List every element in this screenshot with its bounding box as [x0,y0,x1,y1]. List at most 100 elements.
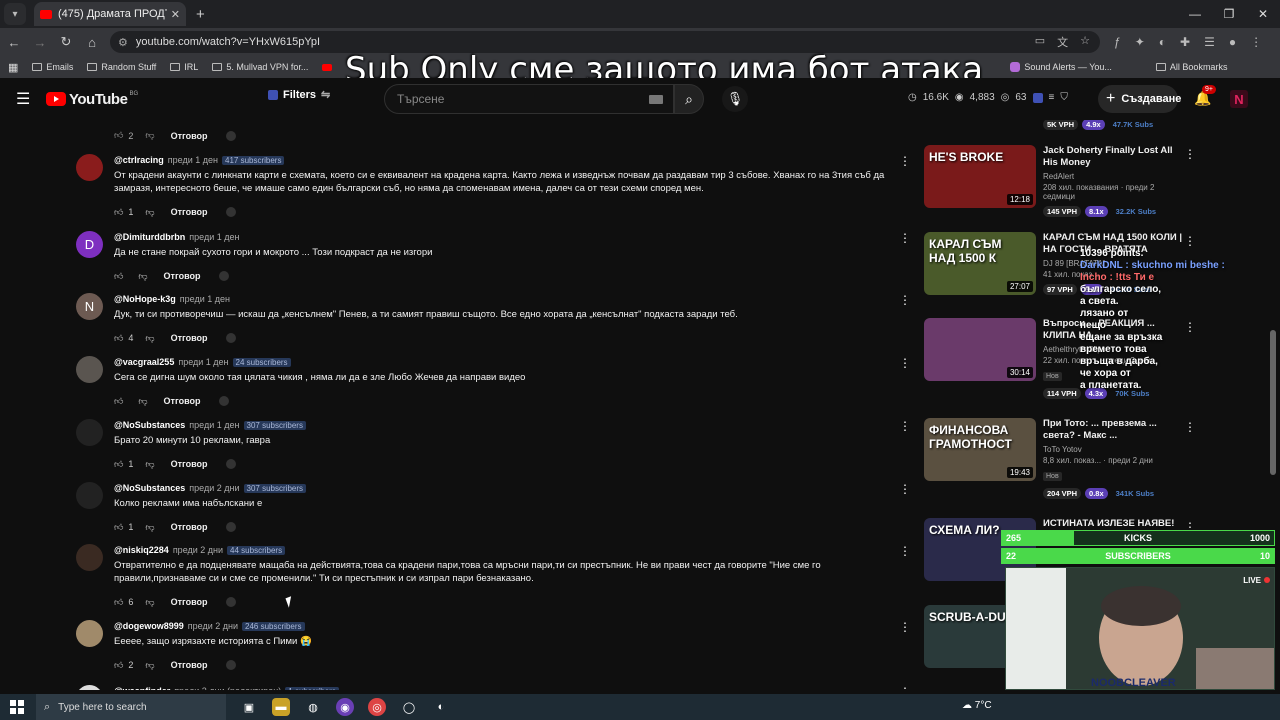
commenter-avatar[interactable]: D [76,231,103,258]
commenter-avatar[interactable] [76,482,103,509]
reply-button[interactable]: Отговор [171,333,208,343]
dislike-icon[interactable]: 👎︎ [145,333,154,344]
dislike-icon[interactable]: 👎︎ [145,597,154,608]
youtube-logo[interactable]: YouTube BG [46,91,138,108]
extensions-puzzle-icon[interactable]: ✚ [1180,35,1190,49]
bookmark-all[interactable]: All Bookmarks [1155,62,1227,72]
related-video-title[interactable]: ИСТИНАТА ИЗЛЕЗЕ НАЯВЕ! [1043,518,1183,530]
dislike-icon[interactable]: 👎︎ [138,396,147,407]
back-icon[interactable]: ← [2,35,26,50]
weather-widget[interactable]: ☁ 7°C [962,700,992,711]
comment-time[interactable]: преди 1 ден [189,420,239,430]
like-icon[interactable]: 👍︎ [114,130,123,141]
reply-button[interactable]: Отговор [171,131,208,141]
account-avatar[interactable]: N [1230,90,1248,108]
video-thumbnail[interactable]: КАРАЛ СЪМ НАД 1500 К 27:07 [924,232,1036,295]
search-input[interactable]: Търсене [384,84,674,114]
comment-time[interactable]: преди 2 дни [188,621,238,631]
comment-menu-icon[interactable]: ⋮ [899,231,911,245]
reply-button[interactable]: Отговор [164,396,201,406]
like-icon[interactable]: 👍︎ [114,522,123,533]
comment-author[interactable]: @NoHope-k3g [114,294,176,304]
comment-menu-icon[interactable]: ⋮ [899,419,911,433]
windows-start-icon[interactable] [10,700,24,714]
reload-icon[interactable]: ↻ [54,34,78,50]
task-view-icon[interactable]: ▣ [240,698,258,716]
video-menu-icon[interactable]: ⋮ [1184,420,1196,434]
forward-icon[interactable]: → [28,35,52,50]
restore-icon[interactable]: ❐ [1212,0,1246,28]
comment-author[interactable]: @NoSubstances [114,483,185,493]
voice-search-icon[interactable]: 🎙 [722,86,748,112]
bookmark-emails[interactable]: Emails [32,62,73,72]
app-icon-3[interactable]: ◐ [432,698,450,716]
commenter-avatar[interactable] [76,356,103,383]
comment-author[interactable]: @waspfinder [114,686,170,690]
app-icon-2[interactable]: ◉ [336,698,354,716]
keyboard-icon[interactable] [649,94,663,104]
video-thumbnail[interactable]: 30:14 [924,318,1036,381]
related-video-title[interactable]: Jack Doherty Finally Lost All His Money [1043,145,1183,169]
cup-icon[interactable]: ⛉ [1060,92,1068,103]
comment-menu-icon[interactable]: ⋮ [899,620,911,634]
extension-icon-3[interactable]: ◐ [1159,35,1166,49]
comment-author[interactable]: @dogewow8999 [114,621,184,631]
commenter-avatar[interactable]: N [76,293,103,320]
comment-menu-icon[interactable]: ⋮ [899,293,911,307]
comment-author[interactable]: @Dimiturddbrbn [114,232,185,242]
bookmark-random-stuff[interactable]: Random Stuff [87,62,156,72]
like-icon[interactable]: 👍︎ [114,207,123,218]
dislike-icon[interactable]: 👎︎ [145,459,154,470]
home-icon[interactable]: ⌂ [80,35,104,50]
comment-time[interactable]: преди 1 ден [180,294,230,304]
bookmark-irl[interactable]: IRL [170,62,198,72]
reply-button[interactable]: Отговор [164,271,201,281]
new-tab-icon[interactable]: + [196,6,205,23]
comment-time[interactable]: преди 2 дни [173,545,223,555]
like-icon[interactable]: 👍︎ [114,597,123,608]
reply-button[interactable]: Отговор [171,522,208,532]
reading-list-icon[interactable]: ☰ [1204,35,1215,49]
like-icon[interactable]: 👍︎ [114,271,123,282]
site-info-icon[interactable]: ⚙ [118,36,128,49]
comment-menu-icon[interactable]: ⋮ [899,544,911,558]
comment-time[interactable]: преди 1 ден [189,232,239,242]
chrome-icon[interactable]: ◎ [368,698,386,716]
commenter-avatar[interactable] [76,154,103,181]
close-tab-icon[interactable]: ✕ [171,8,180,21]
bookmark-youtube[interactable] [322,63,336,71]
obs-icon[interactable]: ◯ [400,698,418,716]
like-icon[interactable]: 👍︎ [114,396,123,407]
notifications-bell-icon[interactable]: 🔔 9+ [1194,85,1216,107]
extension-icon[interactable]: ƒ [1114,35,1121,49]
comment-time[interactable]: преди 2 дни (редактиран) [174,686,281,690]
file-explorer-icon[interactable]: ▬ [272,698,290,716]
commenter-avatar[interactable] [76,544,103,571]
tab-search-icon[interactable]: ▾ [4,3,26,25]
app-icon[interactable]: ◍ [304,698,322,716]
video-menu-icon[interactable]: ⋮ [1184,147,1196,161]
like-icon[interactable]: 👍︎ [114,660,123,671]
comment-menu-icon[interactable]: ⋮ [899,154,911,168]
comment-time[interactable]: преди 2 дни [189,483,239,493]
dislike-icon[interactable]: 👎︎ [145,130,154,141]
create-button[interactable]: + Създаване [1098,85,1181,113]
comment-time[interactable]: преди 1 ден [168,155,218,165]
related-video-title[interactable]: При Тото: ... превзема ... света? - Макс… [1043,418,1183,442]
dislike-icon[interactable]: 👎︎ [145,660,154,671]
dislike-icon[interactable]: 👎︎ [138,271,147,282]
filters-button[interactable]: Filters ⇋ [268,88,330,101]
bookmark-star-icon[interactable]: ☆ [1080,34,1090,50]
comment-author[interactable]: @niskiq2284 [114,545,169,555]
profile-icon[interactable]: ● [1229,35,1236,49]
commenter-avatar[interactable] [76,620,103,647]
commenter-avatar[interactable] [76,419,103,446]
translate-icon[interactable]: 文 [1057,34,1068,50]
dislike-icon[interactable]: 👎︎ [145,522,154,533]
reply-button[interactable]: Отговор [171,459,208,469]
video-thumbnail[interactable]: HE'S BROKE 12:18 [924,145,1036,208]
bookmark-sound-alerts[interactable]: Sound Alerts — You... [1010,62,1112,72]
bookmark-mullvad[interactable]: 5. Mullvad VPN for... [212,62,308,72]
browser-tab[interactable]: (475) Драмата ПРОДЪЛЖАВА! ✕ [34,2,186,26]
taskbar-search-input[interactable]: ⌕ Type here to search [36,694,226,720]
